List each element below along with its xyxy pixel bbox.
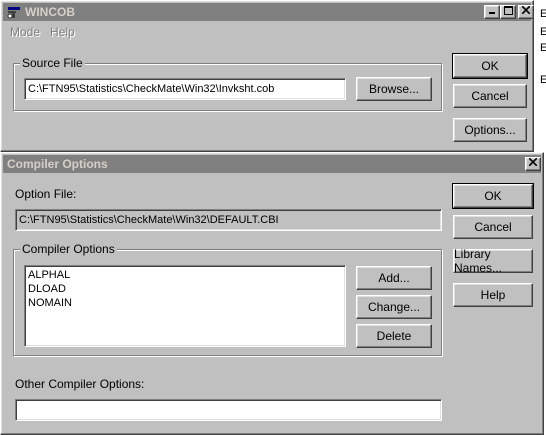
wincob-titlebar[interactable]: WINCOB: [3, 3, 534, 21]
list-item[interactable]: NOMAIN: [28, 296, 342, 310]
browse-button[interactable]: Browse...: [356, 77, 432, 101]
options-listbox[interactable]: ALPHAL DLOAD NOMAIN: [24, 265, 346, 347]
menu-help[interactable]: Help: [45, 23, 80, 41]
other-options-label: Other Compiler Options:: [15, 377, 145, 391]
source-file-input[interactable]: C:\FTN95\Statistics\CheckMate\Win32\Invk…: [24, 78, 346, 100]
menubar: Mode Help: [5, 23, 80, 41]
dialog-ok-button[interactable]: OK: [452, 183, 534, 209]
dialog-titlebar[interactable]: Compiler Options: [3, 155, 541, 173]
minimize-icon: [489, 12, 495, 14]
ok-button[interactable]: OK: [452, 53, 528, 79]
options-button[interactable]: Options...: [453, 118, 527, 142]
desktop: E E E E WINCOB Mode Help Source File C:\…: [0, 0, 546, 435]
dialog-close-button[interactable]: [525, 157, 541, 171]
option-file-label: Option File:: [15, 187, 77, 201]
close-button[interactable]: [518, 5, 534, 19]
source-file-label: Source File: [20, 56, 85, 70]
close-icon: [521, 5, 531, 15]
background-text: E: [540, 74, 546, 86]
app-icon: [7, 5, 21, 19]
wincob-window: WINCOB Mode Help Source File C:\FTN95\St…: [0, 0, 534, 152]
menu-mode[interactable]: Mode: [5, 23, 45, 41]
change-button[interactable]: Change...: [356, 295, 432, 319]
minimize-button[interactable]: [484, 5, 500, 19]
help-button[interactable]: Help: [453, 283, 533, 307]
compiler-options-dialog: Compiler Options Option File: C:\FTN95\S…: [0, 152, 544, 435]
dialog-cancel-button[interactable]: Cancel: [453, 215, 533, 239]
background-text: E: [540, 26, 546, 38]
background-text: E: [540, 8, 546, 20]
background-text: E: [540, 42, 546, 54]
dialog-title: Compiler Options: [7, 157, 108, 171]
maximize-button[interactable]: [500, 5, 516, 19]
delete-button[interactable]: Delete: [356, 324, 432, 348]
add-button[interactable]: Add...: [356, 266, 432, 290]
close-icon: [528, 157, 538, 167]
option-file-field: C:\FTN95\Statistics\CheckMate\Win32\DEFA…: [15, 209, 442, 231]
cancel-button[interactable]: Cancel: [453, 84, 527, 108]
list-item[interactable]: DLOAD: [28, 282, 342, 296]
maximize-icon: [503, 6, 513, 15]
library-names-button[interactable]: Library Names...: [453, 247, 533, 275]
compiler-options-group-label: Compiler Options: [20, 242, 117, 256]
other-options-input[interactable]: [15, 399, 442, 421]
list-item[interactable]: ALPHAL: [28, 268, 342, 282]
window-title: WINCOB: [25, 5, 75, 19]
